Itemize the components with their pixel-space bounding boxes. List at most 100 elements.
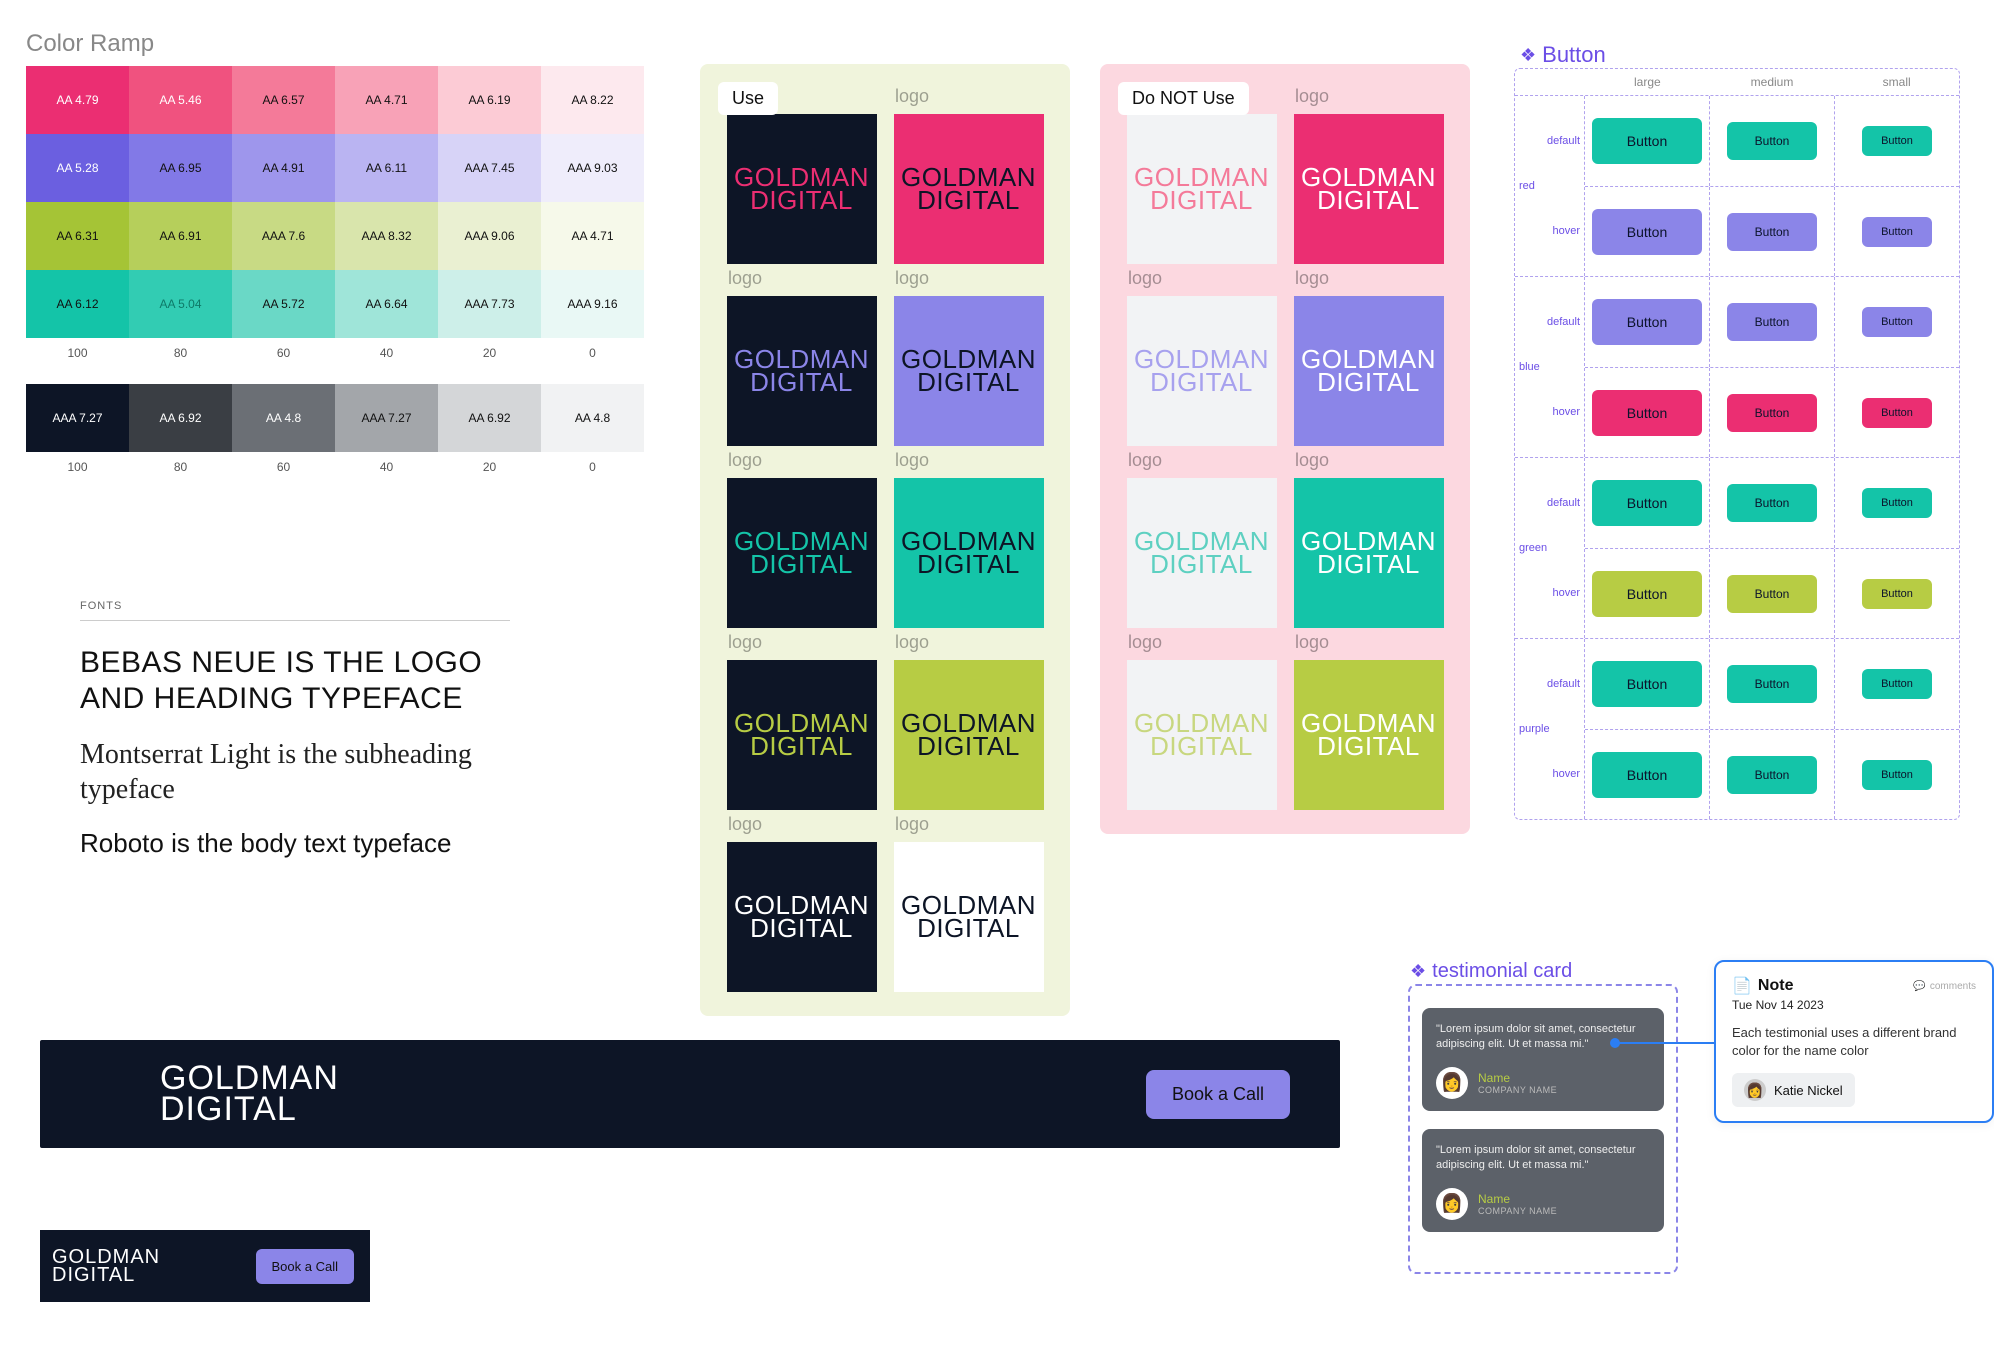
- button-variant[interactable]: Button: [1862, 307, 1932, 337]
- logo-cell: logoGOLDMANDIGITAL: [718, 628, 885, 810]
- logo-swatch: GOLDMANDIGITAL: [894, 114, 1044, 264]
- fonts-subheading-example: Montserrat Light is the subheading typef…: [80, 737, 510, 807]
- note-body: Each testimonial uses a different brand …: [1732, 1024, 1976, 1059]
- button-variant[interactable]: Button: [1727, 484, 1817, 522]
- logo-dontuse-panel: Do NOT Use logoGOLDMANDIGITALlogoGOLDMAN…: [1100, 64, 1470, 834]
- ramp-legend: 20: [438, 452, 541, 474]
- color-swatch: AA 5.28: [26, 134, 129, 202]
- button-variant[interactable]: Button: [1727, 575, 1817, 613]
- note-icon: 📄: [1732, 976, 1752, 996]
- fonts-label: FONTS: [80, 600, 510, 621]
- testimonial-card: "Lorem ipsum dolor sit amet, consectetur…: [1422, 1008, 1664, 1111]
- nav-logo-large: GOLDMANDIGITAL: [160, 1063, 339, 1124]
- logo-text: GOLDMANDIGITAL: [901, 348, 1036, 395]
- button-variant[interactable]: Button: [1727, 303, 1817, 341]
- button-title: Button: [1542, 42, 1606, 68]
- button-variant[interactable]: Button: [1592, 480, 1702, 526]
- logo-swatch: GOLDMANDIGITAL: [894, 842, 1044, 992]
- logo-caption: logo: [885, 268, 1052, 296]
- logo-swatch: GOLDMANDIGITAL: [1127, 114, 1277, 264]
- logo-text: GOLDMANDIGITAL: [734, 712, 869, 759]
- color-swatch: AA 4.91: [232, 134, 335, 202]
- button-cell: Button: [1709, 187, 1834, 276]
- person-name: Name: [1478, 1071, 1557, 1085]
- gray-swatch: AA 6.92: [129, 384, 232, 452]
- logo-text: GOLDMANDIGITAL: [1301, 712, 1436, 759]
- color-swatch: AA 6.64: [335, 270, 438, 338]
- button-variant[interactable]: Button: [1592, 209, 1702, 255]
- button-variant[interactable]: Button: [1727, 122, 1817, 160]
- button-cell: Button: [1834, 639, 1959, 729]
- button-state-label: default: [1547, 277, 1580, 367]
- color-swatch: AAA 7.73: [438, 270, 541, 338]
- logo-caption: logo: [718, 450, 885, 478]
- button-variant[interactable]: Button: [1727, 665, 1817, 703]
- logo-swatch: GOLDMANDIGITAL: [727, 842, 877, 992]
- button-variant[interactable]: Button: [1592, 661, 1702, 707]
- nav-large: GOLDMANDIGITAL Book a Call: [40, 1040, 1340, 1148]
- logo-dontuse-grid: logoGOLDMANDIGITALlogoGOLDMANDIGITALlogo…: [1118, 82, 1452, 810]
- button-variant[interactable]: Button: [1862, 126, 1932, 156]
- design-canvas: Color Ramp AA 4.79AA 5.46AA 6.57AA 4.71A…: [20, 20, 1974, 1338]
- avatar-icon: 👩: [1436, 1067, 1468, 1099]
- button-variant[interactable]: Button: [1592, 752, 1702, 798]
- button-state-label: default: [1547, 458, 1580, 548]
- button-cell: Button: [1709, 96, 1834, 186]
- logo-cell: logoGOLDMANDIGITAL: [1285, 446, 1452, 628]
- logo-cell: logoGOLDMANDIGITAL: [1118, 446, 1285, 628]
- button-cell: Button: [1709, 639, 1834, 729]
- button-cell: Button: [1585, 96, 1709, 186]
- button-variant[interactable]: Button: [1727, 213, 1817, 251]
- button-variant[interactable]: Button: [1592, 571, 1702, 617]
- logo-text: GOLDMANDIGITAL: [734, 530, 869, 577]
- button-cell: Button: [1585, 639, 1709, 729]
- button-cell: Button: [1834, 549, 1959, 638]
- button-variant[interactable]: Button: [1727, 394, 1817, 432]
- logo-swatch: GOLDMANDIGITAL: [1294, 660, 1444, 810]
- note-date: Tue Nov 14 2023: [1732, 998, 1976, 1012]
- button-variant[interactable]: Button: [1862, 398, 1932, 428]
- color-swatch: AA 6.12: [26, 270, 129, 338]
- logo-swatch: GOLDMANDIGITAL: [1294, 114, 1444, 264]
- color-swatch: AA 6.31: [26, 202, 129, 270]
- ramp-legend: 0: [541, 338, 644, 360]
- button-variant[interactable]: Button: [1592, 118, 1702, 164]
- color-ramp: AA 4.79AA 5.46AA 6.57AA 4.71AA 6.19AA 8.…: [26, 66, 644, 474]
- button-cell: Button: [1585, 549, 1709, 638]
- logo-swatch: GOLDMANDIGITAL: [1294, 296, 1444, 446]
- button-variant[interactable]: Button: [1592, 299, 1702, 345]
- button-group-label: greendefaulthover: [1515, 458, 1584, 638]
- logo-text: GOLDMANDIGITAL: [901, 894, 1036, 941]
- logo-swatch: GOLDMANDIGITAL: [727, 660, 877, 810]
- annotation-note: 📄Note 💬comments Tue Nov 14 2023 Each tes…: [1714, 960, 1994, 1123]
- color-swatch: AAA 7.6: [232, 202, 335, 270]
- button-variant[interactable]: Button: [1862, 760, 1932, 790]
- button-variant[interactable]: Button: [1862, 579, 1932, 609]
- button-variant[interactable]: Button: [1862, 217, 1932, 247]
- button-variant[interactable]: Button: [1862, 669, 1932, 699]
- book-call-button[interactable]: Book a Call: [1146, 1070, 1290, 1119]
- logo-use-grid: logoGOLDMANDIGITALlogoGOLDMANDIGITALlogo…: [718, 82, 1052, 992]
- gray-swatch: AA 6.92: [438, 384, 541, 452]
- logo-caption: logo: [885, 86, 1052, 114]
- logo-cell: logoGOLDMANDIGITAL: [1285, 628, 1452, 810]
- ramp-legend: 40: [335, 338, 438, 360]
- testimonial-card: "Lorem ipsum dolor sit amet, consectetur…: [1422, 1129, 1664, 1232]
- button-cell: Button: [1709, 368, 1834, 457]
- testimonial-frame: ❖testimonial card "Lorem ipsum dolor sit…: [1408, 984, 1678, 1274]
- logo-caption: logo: [1118, 450, 1285, 478]
- button-cell: Button: [1709, 277, 1834, 367]
- logo-cell: logoGOLDMANDIGITAL: [718, 264, 885, 446]
- button-variant[interactable]: Button: [1862, 488, 1932, 518]
- nav-logo-small: GOLDMANDIGITAL: [52, 1248, 160, 1284]
- button-variant[interactable]: Button: [1592, 390, 1702, 436]
- logo-cell: logoGOLDMANDIGITAL: [1285, 264, 1452, 446]
- logo-caption: logo: [1118, 268, 1285, 296]
- logo-text: GOLDMANDIGITAL: [1134, 712, 1269, 759]
- color-swatch: AAA 9.16: [541, 270, 644, 338]
- button-variant[interactable]: Button: [1727, 756, 1817, 794]
- book-call-button-small[interactable]: Book a Call: [256, 1249, 354, 1284]
- ramp-legend: 20: [438, 338, 541, 360]
- logo-swatch: GOLDMANDIGITAL: [1127, 660, 1277, 810]
- color-swatch: AAA 9.03: [541, 134, 644, 202]
